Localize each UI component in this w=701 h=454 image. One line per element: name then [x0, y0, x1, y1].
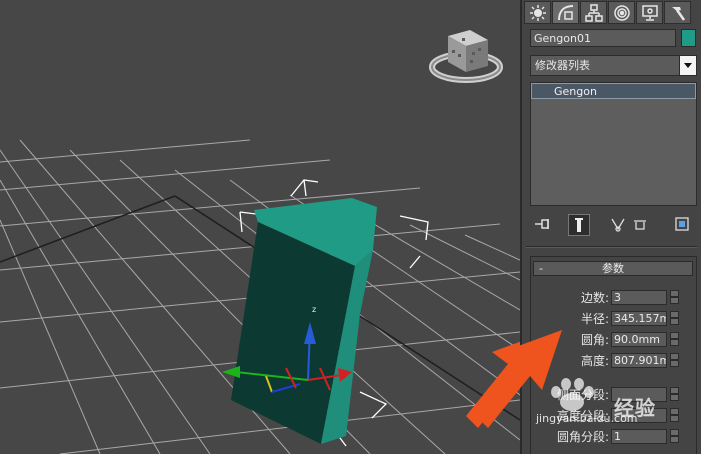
height-input[interactable]: 807.901m — [611, 353, 667, 368]
command-panel-tabs — [524, 1, 701, 25]
pin-stack-icon[interactable] — [532, 214, 552, 234]
create-sun-icon[interactable] — [524, 1, 551, 24]
motion-icon[interactable] — [608, 1, 635, 24]
gengon-object[interactable] — [231, 198, 377, 444]
object-color-swatch[interactable] — [681, 29, 696, 47]
radius-input[interactable]: 345.157m — [611, 311, 667, 326]
make-unique-icon[interactable] — [608, 214, 628, 234]
fillet-segs-spinner[interactable] — [670, 429, 679, 444]
remove-modifier-icon[interactable] — [630, 214, 650, 234]
watermark: 经验 jingyan.baidu.com — [528, 378, 678, 425]
modifier-list-dropdown[interactable]: 修改器列表 — [530, 55, 697, 76]
configure-modifier-sets-icon[interactable] — [672, 214, 692, 234]
axis-z-label: z — [312, 305, 316, 314]
fillet-spinner[interactable] — [670, 332, 679, 347]
stack-item-gengon[interactable]: Gengon — [531, 83, 696, 99]
sides-spinner[interactable] — [670, 290, 679, 305]
parameters-rollout-header[interactable]: - 参数 — [533, 261, 693, 276]
display-icon[interactable] — [636, 1, 663, 24]
watermark-url: jingyan.baidu.com — [536, 412, 638, 425]
modifier-list-label: 修改器列表 — [535, 59, 590, 72]
utilities-hammer-icon[interactable] — [664, 1, 691, 24]
param-radius: 半径: 345.157m — [531, 311, 691, 327]
rollout-title: 参数 — [602, 262, 624, 275]
chevron-down-icon[interactable] — [679, 56, 696, 75]
fillet-input[interactable]: 90.0mm — [611, 332, 667, 347]
modify-icon[interactable] — [552, 1, 579, 24]
fillet-segs-input[interactable]: 1 — [611, 429, 667, 444]
sides-input[interactable]: 3 — [611, 290, 667, 305]
modifier-stack-toolbar — [530, 214, 697, 236]
perspective-viewport[interactable]: z — [0, 0, 520, 454]
hierarchy-icon[interactable] — [580, 1, 607, 24]
radius-spinner[interactable] — [670, 311, 679, 326]
height-spinner[interactable] — [670, 353, 679, 368]
viewcube-icon[interactable] — [429, 30, 503, 83]
panel-divider — [526, 246, 697, 248]
param-sides: 边数: 3 — [531, 290, 691, 306]
object-name-field[interactable]: Gengon01 — [530, 29, 676, 47]
modifier-stack[interactable]: Gengon — [530, 82, 697, 206]
paw-logo-icon — [551, 378, 594, 411]
show-end-result-icon[interactable] — [568, 214, 590, 236]
